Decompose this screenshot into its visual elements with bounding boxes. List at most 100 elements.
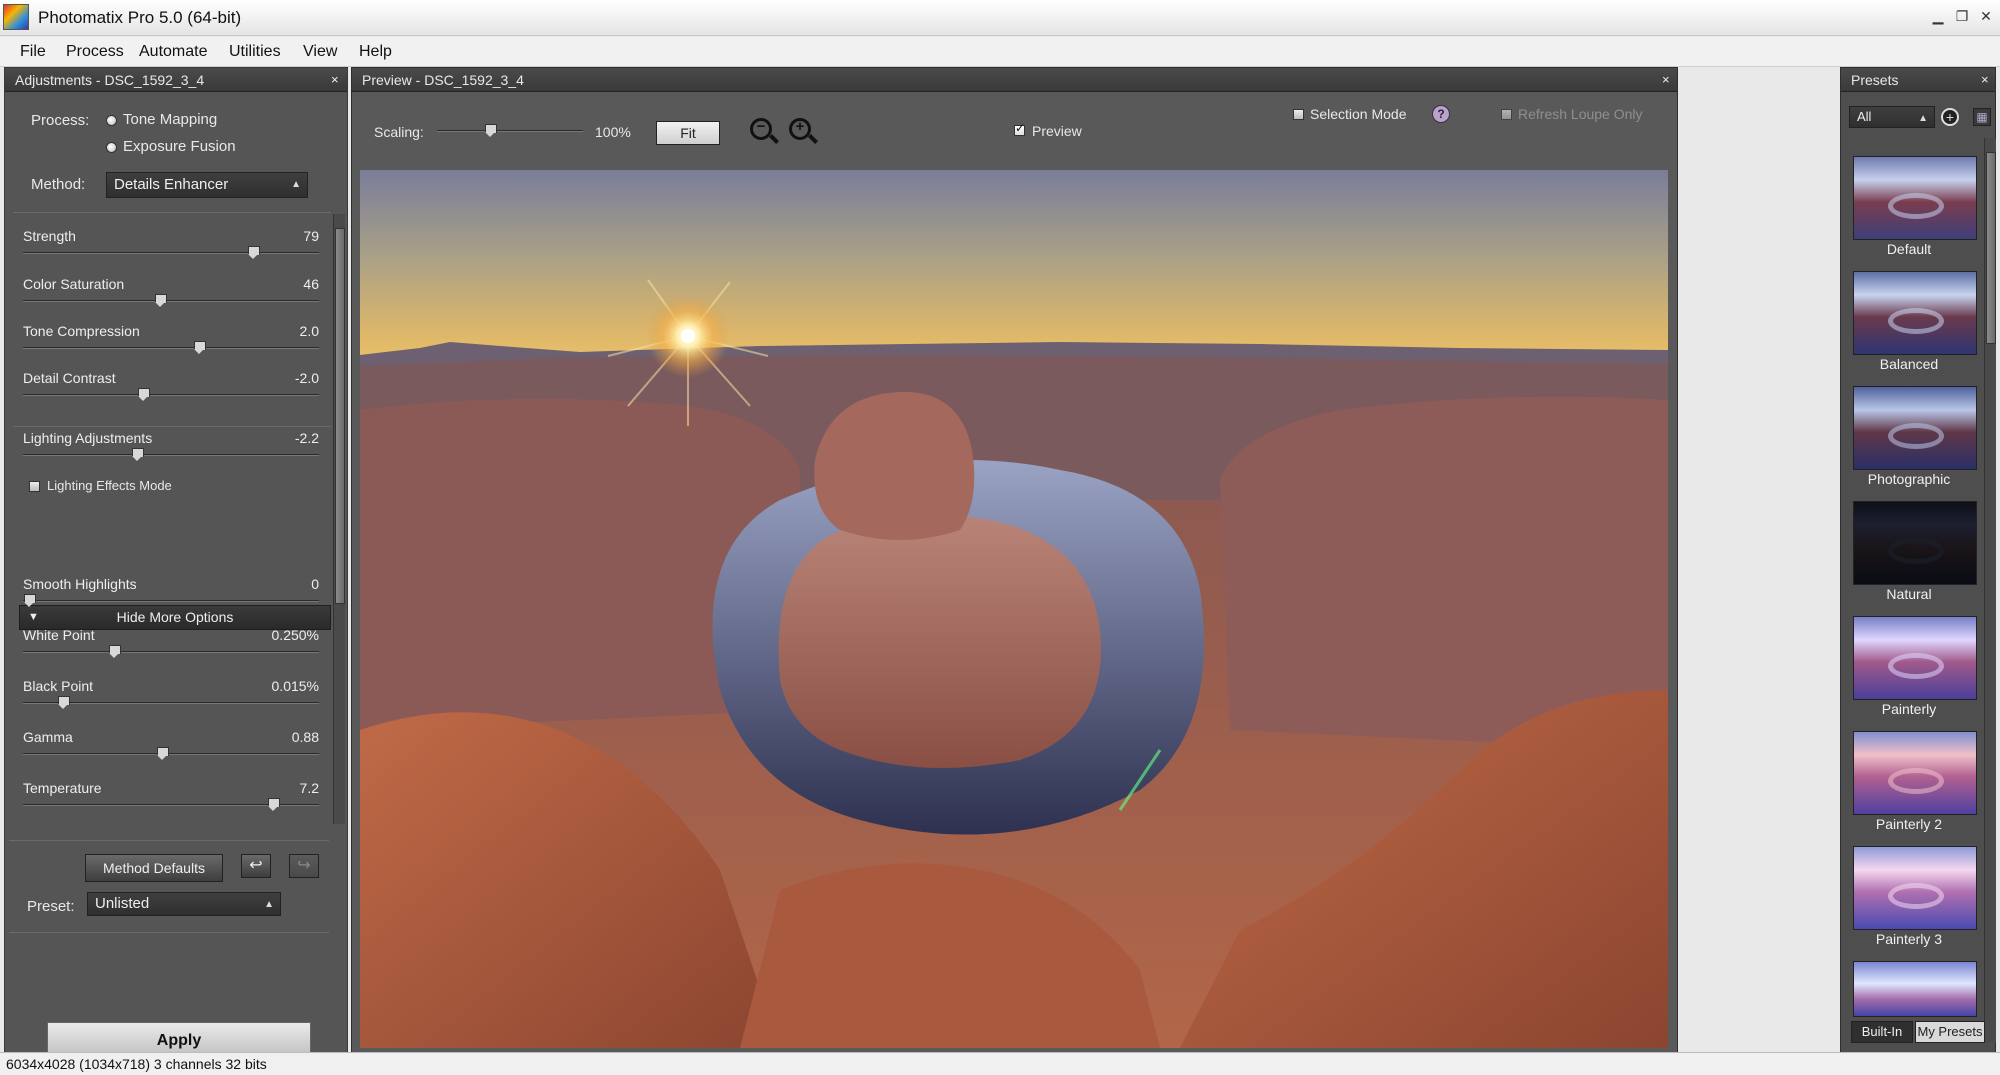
window-title: Photomatix Pro 5.0 (64-bit)	[38, 8, 242, 27]
slider-thumb[interactable]	[267, 798, 281, 812]
tab-my-presets[interactable]: My Presets	[1915, 1021, 1985, 1043]
slider-lighting-adjustments[interactable]: Lighting Adjustments -2.2	[5, 430, 335, 470]
slider-detail-contrast[interactable]: Detail Contrast -2.0	[5, 370, 335, 410]
scrollbar-thumb[interactable]	[1986, 152, 1996, 344]
preset-thumbnail[interactable]	[1853, 961, 1977, 1017]
scrollbar-thumb[interactable]	[335, 228, 345, 604]
slider-color-saturation[interactable]: Color Saturation 46	[5, 276, 335, 316]
slider-black-point[interactable]: Black Point 0.015%	[5, 678, 335, 718]
preset-thumbnail[interactable]	[1853, 271, 1977, 355]
tab-built-in[interactable]: Built-In	[1851, 1021, 1913, 1043]
preset-select[interactable]: Unlisted ▲	[87, 892, 281, 916]
scaling-slider-thumb[interactable]	[484, 124, 497, 138]
preset-thumbnail[interactable]	[1853, 156, 1977, 240]
selection-mode-label[interactable]: Selection Mode	[1310, 106, 1407, 122]
slider-thumb[interactable]	[23, 594, 36, 608]
refresh-loupe-label[interactable]: Refresh Loupe Only	[1518, 106, 1643, 122]
slider-white-point[interactable]: White Point 0.250%	[5, 627, 335, 667]
slider-tone-compression[interactable]: Tone Compression 2.0	[5, 323, 335, 363]
help-icon[interactable]: ?	[1432, 105, 1450, 123]
preset-label[interactable]: Photographic	[1841, 471, 1977, 487]
slider-thumb[interactable]	[247, 246, 261, 260]
menu-view[interactable]: View	[303, 43, 337, 61]
presets-scrollbar[interactable]	[1984, 138, 1996, 1042]
preset-thumbnail[interactable]	[1853, 616, 1977, 700]
slider-thumb[interactable]	[108, 645, 122, 659]
slider-label: Gamma	[23, 729, 73, 745]
slider-track[interactable]	[23, 651, 319, 653]
slider-track[interactable]	[23, 394, 319, 396]
add-preset-icon[interactable]: +	[1941, 108, 1959, 126]
slider-value: 79	[303, 228, 319, 244]
slider-thumb[interactable]	[154, 294, 167, 308]
preset-label[interactable]: Default	[1841, 241, 1977, 257]
slider-track[interactable]	[23, 454, 319, 456]
menu-file[interactable]: File	[20, 43, 46, 61]
exposure-fusion-radio[interactable]	[106, 142, 117, 153]
slider-track[interactable]	[23, 347, 319, 349]
slider-track[interactable]	[23, 300, 319, 302]
divider	[9, 932, 329, 933]
slider-thumb[interactable]	[193, 341, 207, 355]
process-label: Process:	[31, 112, 90, 129]
scaling-value: 100%	[595, 124, 631, 140]
slider-label: Tone Compression	[23, 323, 140, 339]
redo-button[interactable]: ↪	[289, 854, 319, 878]
grid-view-icon[interactable]: ▦	[1973, 108, 1991, 126]
preset-thumbnail[interactable]	[1853, 501, 1977, 585]
scaling-label: Scaling:	[374, 124, 424, 140]
slider-track[interactable]	[23, 600, 319, 602]
close-window-button[interactable]: ✕	[1976, 6, 1996, 26]
slider-temperature[interactable]: Temperature 7.2	[5, 780, 335, 820]
divider	[9, 840, 329, 841]
slider-gamma[interactable]: Gamma 0.88	[5, 729, 335, 769]
adjustments-close-button[interactable]: ×	[331, 68, 339, 92]
restore-button[interactable]: ❐	[1952, 6, 1972, 26]
slider-track[interactable]	[23, 252, 319, 254]
exposure-fusion-label[interactable]: Exposure Fusion	[123, 138, 236, 155]
slider-label: Strength	[23, 228, 76, 244]
presets-close-button[interactable]: ×	[1981, 68, 1989, 92]
slider-strength[interactable]: Strength 79	[5, 228, 335, 268]
menu-process[interactable]: Process	[66, 43, 124, 61]
menu-help[interactable]: Help	[359, 43, 392, 61]
menu-automate[interactable]: Automate	[139, 43, 207, 61]
preset-thumbnail[interactable]	[1853, 731, 1977, 815]
preview-close-button[interactable]: ×	[1662, 68, 1670, 92]
slider-smooth-highlights[interactable]: Smooth Highlights 0	[5, 576, 335, 616]
minimize-button[interactable]: ▁	[1928, 6, 1948, 26]
preset-value: Unlisted	[95, 895, 150, 912]
presets-filter-select[interactable]: All ▲	[1849, 106, 1935, 128]
method-defaults-button[interactable]: Method Defaults	[85, 854, 223, 882]
refresh-loupe-checkbox[interactable]	[1501, 109, 1512, 120]
tone-mapping-radio[interactable]	[106, 115, 117, 126]
preset-label[interactable]: Painterly	[1841, 701, 1977, 717]
slider-thumb[interactable]	[137, 388, 150, 402]
preset-thumbnail[interactable]	[1853, 386, 1977, 470]
method-select[interactable]: Details Enhancer ▲	[106, 172, 308, 198]
preview-image[interactable]	[360, 170, 1668, 1048]
preset-label[interactable]: Balanced	[1841, 356, 1977, 372]
title-bar: Photomatix Pro 5.0 (64-bit) ▁ ❐ ✕	[0, 0, 2000, 36]
preset-thumbnail[interactable]	[1853, 846, 1977, 930]
preview-label[interactable]: Preview	[1032, 123, 1082, 139]
selection-mode-checkbox[interactable]	[1293, 109, 1304, 120]
lighting-effects-checkbox[interactable]	[29, 481, 40, 492]
zoom-in-icon[interactable]: +	[789, 118, 811, 140]
slider-thumb[interactable]	[131, 448, 144, 462]
undo-button[interactable]: ↩	[241, 854, 271, 878]
preset-label[interactable]: Natural	[1841, 586, 1977, 602]
slider-label: Lighting Adjustments	[23, 430, 153, 446]
slider-track[interactable]	[23, 753, 319, 755]
tone-mapping-label[interactable]: Tone Mapping	[123, 111, 217, 128]
thumbnail-river-shape	[1888, 883, 1944, 909]
fit-button[interactable]: Fit	[656, 121, 720, 145]
slider-thumb[interactable]	[57, 696, 71, 710]
preset-label[interactable]: Painterly 3	[1841, 931, 1977, 947]
zoom-out-icon[interactable]: −	[750, 118, 772, 140]
menu-utilities[interactable]: Utilities	[229, 43, 281, 61]
adjustments-title: Adjustments - DSC_1592_3_4	[5, 68, 347, 92]
slider-thumb[interactable]	[156, 747, 170, 761]
scaling-slider[interactable]	[437, 130, 583, 132]
preset-label[interactable]: Painterly 2	[1841, 816, 1977, 832]
